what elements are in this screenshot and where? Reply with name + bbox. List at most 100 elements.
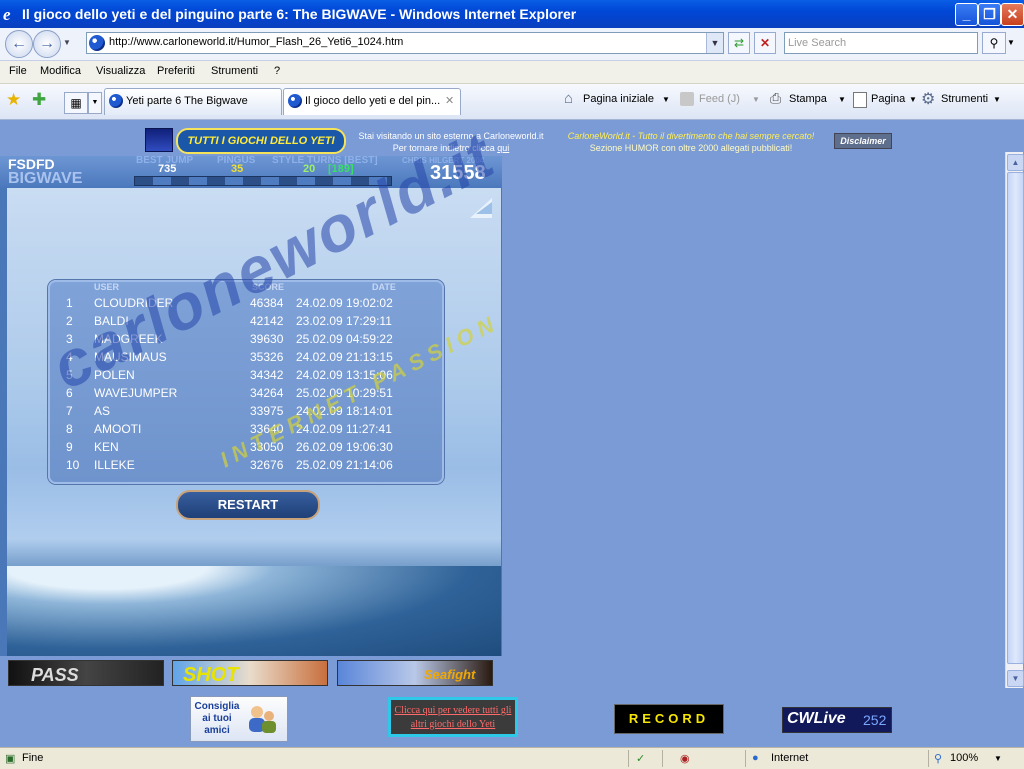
- row-date: 26.02.09 19:06:30: [296, 440, 393, 454]
- row-user: KEN: [94, 440, 119, 454]
- zoom-icon: ⚲: [934, 753, 943, 765]
- altri-giochi-yeti-link[interactable]: Clicca qui per vedere tutti gli altri gi…: [388, 697, 518, 737]
- add-favorite-icon[interactable]: ✚: [32, 90, 46, 110]
- scroll-down-icon[interactable]: ▼: [1007, 670, 1024, 687]
- tutti-giochi-yeti-button[interactable]: TUTTI I GIOCHI DELLO YETI: [176, 128, 346, 154]
- cw-tagline: CarloneWorld.it - Tutto il divertimento …: [567, 131, 815, 141]
- gear-icon[interactable]: ⚙: [921, 89, 935, 109]
- disclaimer-button[interactable]: Disclaimer: [834, 133, 892, 149]
- row-rank: 10: [66, 458, 80, 472]
- col-user: USER: [94, 282, 120, 292]
- tab-label: Il gioco dello yeti e del pin...: [305, 95, 441, 107]
- col-date: DATE: [372, 282, 396, 292]
- tab-favicon-icon: [288, 94, 302, 108]
- restart-button[interactable]: RESTART: [176, 490, 320, 520]
- tab-label: Yeti parte 6 The Bigwave: [126, 95, 248, 107]
- row-rank: 1: [66, 296, 73, 310]
- maximize-button[interactable]: ❐: [978, 3, 1001, 26]
- carloneworld-info: CarloneWorld.it - Tutto il divertimento …: [548, 130, 834, 154]
- stop-button[interactable]: ✕: [754, 32, 776, 54]
- page-dropdown-icon[interactable]: ▼: [909, 95, 917, 104]
- scroll-thumb[interactable]: [1007, 172, 1024, 664]
- scroll-up-icon[interactable]: ▲: [1007, 154, 1024, 171]
- menu-help[interactable]: ?: [274, 65, 280, 77]
- row-score: 39630: [250, 332, 284, 346]
- tab-yeti-game[interactable]: Il gioco dello yeti e del pin... ✕: [283, 88, 461, 115]
- search-button[interactable]: ⚲: [982, 32, 1006, 54]
- status-page-icon: ▣: [5, 753, 16, 765]
- pingus-value: 35: [231, 163, 244, 175]
- tab-toolbar: ★ ✚ ▦ ▼ Yeti parte 6 The Bigwave Il gioc…: [0, 84, 1024, 120]
- row-user: ILLEKE: [94, 458, 135, 472]
- cwlive-count: 252: [863, 712, 887, 728]
- yeti-banner-logo[interactable]: [145, 128, 173, 152]
- style-turns-label: STYLE TURNS [BEST]: [272, 156, 378, 166]
- tools-dropdown-icon[interactable]: ▼: [993, 95, 1001, 104]
- favorites-star-icon[interactable]: ★: [6, 90, 21, 110]
- back-here-link[interactable]: qui: [497, 143, 509, 153]
- url-field[interactable]: http://www.carloneworld.it/Humor_Flash_2…: [86, 32, 724, 54]
- cwlive-counter[interactable]: CWLive 252: [782, 707, 892, 733]
- best-jump-value: 735: [158, 163, 177, 175]
- row-score: 35326: [250, 350, 284, 364]
- refresh-button[interactable]: ⇄: [728, 32, 750, 54]
- search-options-icon[interactable]: ▼: [1007, 38, 1015, 47]
- printer-icon[interactable]: ⎙: [770, 90, 781, 107]
- zoom-level[interactable]: 100%: [950, 752, 978, 764]
- home-button[interactable]: Pagina iniziale: [583, 93, 654, 105]
- row-date: 24.02.09 19:02:02: [296, 296, 393, 310]
- home-icon[interactable]: ⌂: [564, 90, 573, 107]
- menu-bar: File Modifica Visualizza Preferiti Strum…: [0, 61, 1024, 84]
- row-score: 32676: [250, 458, 284, 472]
- menu-visualizza[interactable]: Visualizza: [96, 65, 145, 77]
- row-score: 42142: [250, 314, 284, 328]
- print-dropdown-icon[interactable]: ▼: [838, 95, 846, 104]
- search-input[interactable]: Live Search: [784, 32, 978, 54]
- internet-zone-icon: ●: [752, 752, 759, 764]
- table-row: 7 AS 33975 24.02.09 18:14:01: [50, 402, 442, 420]
- tab-list-button[interactable]: ▼: [88, 92, 102, 114]
- consiglia-amici-button[interactable]: Consiglia ai tuoi amici: [190, 696, 288, 742]
- status-bar: ▣ Fine ✓ ◉ ● Internet ⚲ 100% ▼: [0, 747, 1024, 769]
- print-button[interactable]: Stampa: [789, 93, 827, 105]
- close-button[interactable]: ✕: [1001, 3, 1024, 26]
- record-button[interactable]: RECORD: [614, 704, 724, 734]
- zoom-dropdown-icon[interactable]: ▼: [994, 754, 1002, 763]
- row-date: 24.02.09 21:13:15: [296, 350, 393, 364]
- users-share-icon: [249, 706, 276, 733]
- title-bar: e Il gioco dello yeti e del pinguino par…: [0, 0, 1024, 28]
- tab-yeti-bigwave[interactable]: Yeti parte 6 The Bigwave: [104, 88, 282, 115]
- arrow-right-icon: →: [39, 35, 55, 52]
- vertical-scrollbar[interactable]: ▲ ▼: [1005, 152, 1024, 688]
- tab-close-icon[interactable]: ✕: [445, 94, 454, 107]
- tools-button[interactable]: Strumenti: [941, 93, 988, 105]
- feed-button[interactable]: Feed (J): [699, 93, 740, 105]
- thumbnail-game-2[interactable]: SHOT: [172, 660, 328, 686]
- row-score: 34264: [250, 386, 284, 400]
- refresh-icon: ⇄: [733, 36, 745, 50]
- menu-modifica[interactable]: Modifica: [40, 65, 81, 77]
- row-score: 34342: [250, 368, 284, 382]
- forward-button[interactable]: →: [33, 30, 61, 58]
- home-dropdown-icon[interactable]: ▼: [662, 95, 670, 104]
- game-mode-label: BIGWAVE: [8, 170, 83, 187]
- feed-dropdown-icon[interactable]: ▼: [752, 95, 760, 104]
- thumbnail-game-3[interactable]: Seafight: [337, 660, 493, 686]
- page-button[interactable]: Pagina: [871, 93, 905, 105]
- row-date: 23.02.09 17:29:11: [296, 314, 392, 328]
- back-button[interactable]: ←: [5, 30, 33, 58]
- menu-strumenti[interactable]: Strumenti: [211, 65, 258, 77]
- menu-file[interactable]: File: [9, 65, 27, 77]
- cw-humor-section: Sezione HUMOR con oltre 2000 allegati pu…: [589, 143, 793, 153]
- thumbnail-game-1[interactable]: PASS: [8, 660, 164, 686]
- style-turns-best: [189]: [328, 163, 354, 175]
- menu-preferiti[interactable]: Preferiti: [157, 65, 195, 77]
- quick-tabs-button[interactable]: ▦: [64, 92, 88, 114]
- status-text: Fine: [22, 752, 44, 764]
- history-dropdown-icon[interactable]: ▼: [63, 38, 71, 47]
- url-text: http://www.carloneworld.it/Humor_Flash_2…: [109, 36, 404, 48]
- minimize-button[interactable]: _: [955, 3, 978, 26]
- url-dropdown-icon[interactable]: ▼: [706, 33, 723, 53]
- privacy-eye-icon[interactable]: ◉: [680, 752, 690, 765]
- search-placeholder: Live Search: [788, 37, 847, 49]
